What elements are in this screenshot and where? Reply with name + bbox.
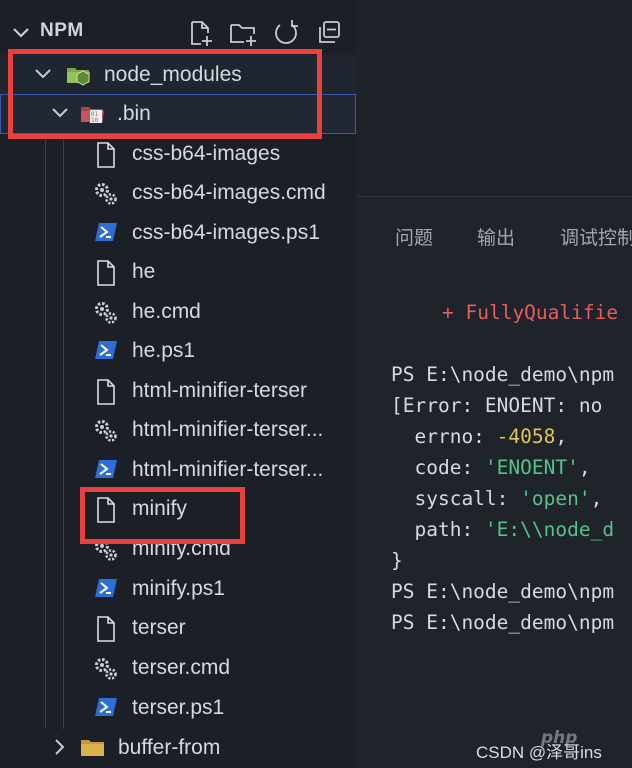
terminal-string: 'E:\\node_d	[484, 518, 615, 541]
tree-file[interactable]: he	[0, 252, 356, 292]
tree-item-label: terser	[132, 616, 186, 639]
chevron-down-icon[interactable]	[10, 22, 32, 44]
chevron-right-icon	[50, 737, 70, 757]
terminal-string: 'ENOENT'	[484, 456, 579, 479]
terminal-error-line: + FullyQualifie	[442, 301, 619, 324]
tree-item-label: terser.ps1	[132, 696, 225, 719]
gear-icon	[93, 181, 117, 205]
tree-file[interactable]: terser	[0, 608, 356, 648]
terminal-path-line: path: 'E:\\node_d	[391, 518, 614, 541]
terminal-string: 'open'	[520, 487, 591, 510]
tree-item-label: minify.ps1	[132, 577, 225, 600]
tree-file[interactable]: html-minifier-terser	[0, 371, 356, 411]
terminal-prompt-line: PS E:\node_demo\npm	[391, 580, 615, 603]
bottom-panel: 问题 输出 调试控制 + FullyQualifie PS E:\node_de…	[356, 196, 632, 768]
gear-icon	[93, 418, 117, 442]
folder-icon	[80, 736, 104, 760]
tree-file[interactable]: html-minifier-terser...	[0, 450, 356, 490]
gear-icon	[93, 656, 117, 680]
tree-item-label: html-minifier-terser...	[132, 418, 324, 441]
terminal-prompt-line: PS E:\node_demo\npm	[391, 611, 615, 634]
powershell-icon	[94, 696, 118, 720]
tree-item-label: css-b64-images.cmd	[132, 181, 326, 204]
tree-file[interactable]: minify.ps1	[0, 569, 356, 609]
tree-file[interactable]: terser.cmd	[0, 648, 356, 688]
editor-area	[356, 0, 632, 196]
terminal-close-brace: }	[391, 549, 403, 572]
terminal-syscall-line: syscall: 'open',	[391, 487, 602, 510]
tab-problems[interactable]: 问题	[395, 223, 433, 250]
tree-item-label: html-minifier-terser	[132, 379, 308, 402]
tree-file[interactable]: css-b64-images	[0, 134, 356, 174]
terminal-key: code:	[391, 456, 485, 479]
highlight-box-node-modules	[8, 49, 322, 139]
file-icon	[94, 260, 118, 286]
powershell-icon	[94, 221, 118, 245]
workspace-title[interactable]: NPM	[40, 20, 84, 42]
tree-item-label: buffer-from	[118, 736, 221, 759]
terminal-punct: ,	[578, 456, 591, 479]
explorer-sidebar: NPM node_modules 01 10 .bin css-b64-imag…	[0, 0, 356, 768]
tree-file[interactable]: he.cmd	[0, 292, 356, 332]
tree-file[interactable]: he.ps1	[0, 331, 356, 371]
tree-file[interactable]: css-b64-images.ps1	[0, 213, 356, 253]
file-icon	[94, 379, 118, 405]
terminal-punct: ,	[555, 425, 568, 448]
powershell-icon	[94, 339, 118, 363]
tree-item-label: css-b64-images	[132, 142, 281, 165]
file-icon	[94, 142, 118, 168]
terminal-error-head: [Error: ENOENT: no	[391, 394, 603, 417]
tree-item-label: terser.cmd	[132, 656, 231, 679]
tree-item-label: he	[132, 260, 156, 283]
terminal-key: path:	[391, 518, 485, 541]
tree-item-label: he.ps1	[132, 339, 196, 362]
tab-debug-console[interactable]: 调试控制	[560, 223, 632, 250]
watermark-text: CSDN @泽哥ins	[476, 743, 602, 762]
terminal-key: errno:	[391, 425, 497, 448]
collapse-all-icon[interactable]	[314, 18, 344, 48]
new-file-icon[interactable]	[186, 18, 216, 48]
refresh-icon[interactable]	[271, 18, 301, 48]
terminal-key: syscall:	[391, 487, 521, 510]
tree-item-label: he.cmd	[132, 300, 201, 323]
tree-file[interactable]: html-minifier-terser...	[0, 410, 356, 450]
tree-folder-buffer-from[interactable]: buffer-from	[0, 728, 356, 768]
terminal-errno-line: errno: -4058,	[391, 425, 567, 448]
tree-item-label: html-minifier-terser...	[132, 458, 324, 481]
tab-output[interactable]: 输出	[477, 223, 515, 250]
file-icon	[94, 616, 118, 642]
powershell-icon	[94, 458, 118, 482]
tree-file[interactable]: terser.ps1	[0, 688, 356, 728]
explorer-header: NPM	[0, 0, 356, 56]
powershell-icon	[94, 577, 118, 601]
new-folder-icon[interactable]	[228, 18, 258, 48]
tree-item-label: css-b64-images.ps1	[132, 221, 320, 244]
terminal-code-line: code: 'ENOENT',	[391, 456, 591, 479]
terminal-number: -4058	[496, 425, 556, 448]
gear-icon	[93, 300, 117, 324]
terminal-prompt-line: PS E:\node_demo\npm	[391, 363, 615, 386]
tree-file[interactable]: css-b64-images.cmd	[0, 173, 356, 213]
highlight-box-minify	[80, 487, 245, 544]
terminal-punct: ,	[590, 487, 603, 510]
